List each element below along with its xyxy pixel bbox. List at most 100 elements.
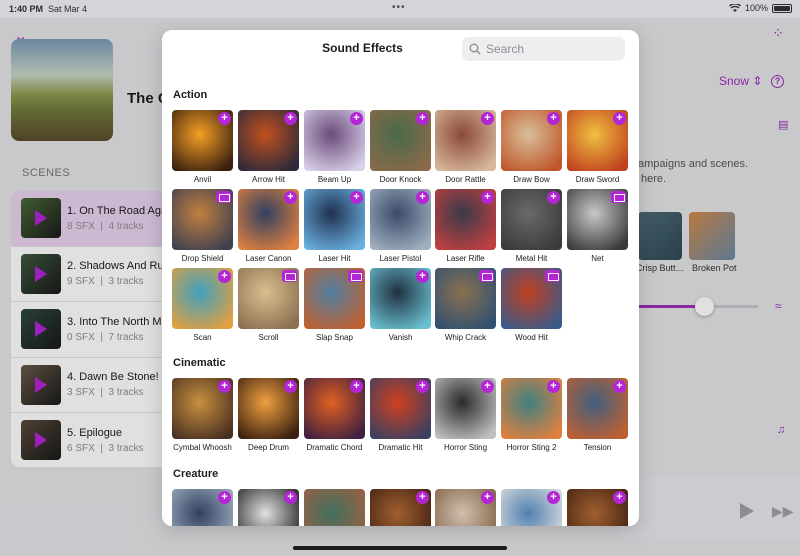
sound-effect-label: Scan	[193, 333, 212, 342]
sound-effect-tile[interactable]: Drop Shield	[172, 189, 233, 263]
sound-effect-artwork: +	[238, 110, 299, 171]
sound-effect-label: Laser Pistol	[379, 254, 422, 263]
sound-effect-tile[interactable]: + Draw Bow	[501, 110, 562, 184]
add-icon[interactable]: +	[416, 380, 429, 393]
add-icon[interactable]: +	[416, 191, 429, 204]
sound-effect-tile[interactable]: +	[238, 489, 299, 526]
sound-effect-tile[interactable]: + Arrow Hit	[238, 110, 299, 184]
add-icon[interactable]: +	[481, 491, 494, 504]
sound-effect-tile[interactable]: Slap Snap	[304, 268, 365, 342]
sound-effect-label: Scroll	[258, 333, 279, 342]
sound-effect-label: Dramatic Chord	[306, 443, 363, 452]
sound-effect-tile[interactable]: +	[172, 489, 233, 526]
sound-effect-tile[interactable]: +	[501, 489, 562, 526]
sound-effect-label: Arrow Hit	[252, 175, 285, 184]
sound-effect-artwork: +	[567, 489, 628, 526]
image-icon[interactable]	[348, 270, 363, 282]
sound-effect-tile[interactable]: + Deep Drum	[238, 378, 299, 452]
sound-effect-tile[interactable]: + Beam Up	[304, 110, 365, 184]
sound-effect-tile[interactable]: + Draw Sword	[567, 110, 628, 184]
sound-effect-label: Horror Sting	[443, 443, 488, 452]
image-icon[interactable]	[479, 270, 494, 282]
add-icon[interactable]: +	[481, 112, 494, 125]
sound-effect-tile[interactable]: Wood Hit	[501, 268, 562, 342]
add-icon[interactable]: +	[481, 191, 494, 204]
sound-effect-artwork: +	[370, 378, 431, 439]
sound-effect-artwork	[304, 489, 365, 526]
sound-effect-tile[interactable]: +	[567, 489, 628, 526]
sound-effect-artwork: +	[304, 189, 365, 250]
sound-effect-tile[interactable]: + Scan	[172, 268, 233, 342]
home-indicator[interactable]	[293, 546, 507, 550]
sound-effect-tile[interactable]: + Laser Hit	[304, 189, 365, 263]
add-icon[interactable]: +	[284, 112, 297, 125]
sound-effect-artwork: +	[370, 189, 431, 250]
sound-effect-tile[interactable]: + Tension	[567, 378, 628, 452]
sound-effect-label: Beam Up	[317, 175, 352, 184]
sound-effect-tile[interactable]: Whip Crack	[435, 268, 496, 342]
sound-effect-tile[interactable]: + Door Knock	[370, 110, 431, 184]
sound-effect-tile[interactable]: + Horror Sting 2	[501, 378, 562, 452]
sound-effects-sheet: Sound Effects Action+Anvil+Arrow Hit+Bea…	[162, 30, 639, 526]
image-icon[interactable]	[282, 270, 297, 282]
add-icon[interactable]: +	[218, 380, 231, 393]
search-input[interactable]	[486, 42, 616, 56]
add-icon[interactable]: +	[284, 491, 297, 504]
sound-effect-tile[interactable]: + Anvil	[172, 110, 233, 184]
sound-effect-artwork: +	[172, 489, 233, 526]
add-icon[interactable]: +	[350, 380, 363, 393]
sound-effect-artwork	[172, 189, 233, 250]
add-icon[interactable]: +	[350, 112, 363, 125]
sound-effect-artwork: +	[501, 110, 562, 171]
add-icon[interactable]: +	[284, 380, 297, 393]
sound-effect-label: Anvil	[193, 175, 212, 184]
sound-effect-label: Vanish	[388, 333, 413, 342]
add-icon[interactable]: +	[416, 112, 429, 125]
add-icon[interactable]: +	[218, 270, 231, 283]
sound-effect-tile[interactable]	[304, 489, 365, 526]
sound-effect-tile[interactable]: + Door Rattle	[435, 110, 496, 184]
sound-effect-tile[interactable]: +	[370, 489, 431, 526]
sound-effect-tile[interactable]: + Vanish	[370, 268, 431, 342]
add-icon[interactable]: +	[416, 270, 429, 283]
add-icon[interactable]: +	[218, 112, 231, 125]
sound-effect-artwork: +	[435, 189, 496, 250]
sound-effect-tile[interactable]: Net	[567, 189, 628, 263]
sound-effect-artwork: +	[238, 378, 299, 439]
sound-effect-artwork: +	[304, 110, 365, 171]
sound-effect-artwork: +	[501, 189, 562, 250]
add-icon[interactable]: +	[547, 191, 560, 204]
image-icon[interactable]	[216, 191, 231, 203]
search-icon	[469, 43, 481, 55]
sound-effect-tile[interactable]: + Laser Rifle	[435, 189, 496, 263]
sound-effect-artwork: +	[435, 110, 496, 171]
add-icon[interactable]: +	[350, 191, 363, 204]
image-icon[interactable]	[545, 270, 560, 282]
sound-effect-tile[interactable]: + Dramatic Chord	[304, 378, 365, 452]
add-icon[interactable]: +	[416, 491, 429, 504]
search-field[interactable]	[462, 37, 625, 61]
image-icon[interactable]	[611, 191, 626, 203]
sound-effect-artwork	[435, 268, 496, 329]
sound-effect-artwork	[238, 268, 299, 329]
add-icon[interactable]: +	[218, 491, 231, 504]
add-icon[interactable]: +	[481, 380, 494, 393]
sound-effect-tile[interactable]: + Horror Sting	[435, 378, 496, 452]
sound-effect-tile[interactable]: + Cymbal Whoosh	[172, 378, 233, 452]
sound-effect-tile[interactable]: + Dramatic Hit	[370, 378, 431, 452]
add-icon[interactable]: +	[613, 491, 626, 504]
add-icon[interactable]: +	[284, 191, 297, 204]
add-icon[interactable]: +	[547, 491, 560, 504]
sound-effect-tile[interactable]: +	[435, 489, 496, 526]
add-icon[interactable]: +	[547, 380, 560, 393]
sound-effect-tile[interactable]: Scroll	[238, 268, 299, 342]
add-icon[interactable]: +	[613, 380, 626, 393]
sound-effect-label: Metal Hit	[515, 254, 548, 263]
sound-effect-tile[interactable]: + Metal Hit	[501, 189, 562, 263]
sound-effect-label: Whip Crack	[444, 333, 487, 342]
sound-effect-tile[interactable]: + Laser Pistol	[370, 189, 431, 263]
add-icon[interactable]: +	[613, 112, 626, 125]
sound-effect-tile[interactable]: + Laser Canon	[238, 189, 299, 263]
sound-effect-artwork	[304, 268, 365, 329]
add-icon[interactable]: +	[547, 112, 560, 125]
